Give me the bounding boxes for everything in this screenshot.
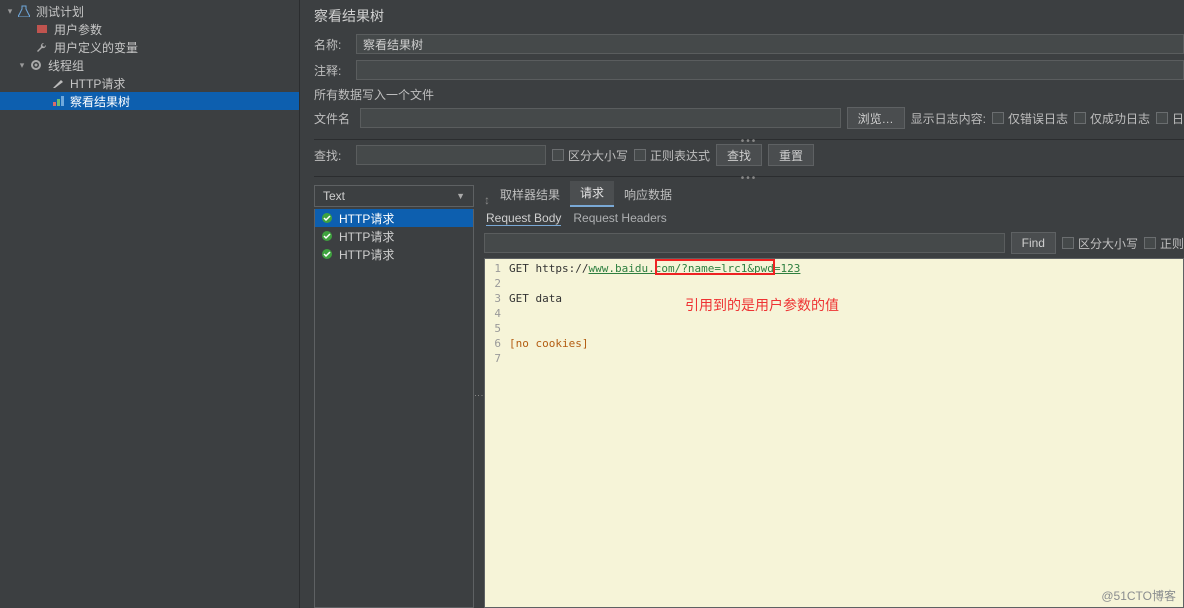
write-all-label: 所有数据写入一个文件	[314, 86, 1184, 103]
renderer-combo[interactable]: Text ▼	[314, 185, 474, 207]
find-case-checkbox[interactable]: 区分大小写	[1062, 235, 1138, 252]
success-icon	[321, 230, 333, 242]
project-tree: ▾ 测试计划 用户参数 用户定义的变量 ▾ 线程组	[0, 0, 300, 608]
find-regex-checkbox[interactable]: 正则	[1144, 235, 1184, 252]
case-checkbox[interactable]: 区分大小写	[552, 147, 628, 164]
user-params-icon	[34, 22, 50, 36]
search-input[interactable]	[356, 145, 546, 165]
request-subtabs: Request Body Request Headers	[484, 207, 1184, 228]
panel-title: 察看结果树	[314, 6, 1184, 26]
grip-dots-icon: •••	[741, 136, 758, 147]
reset-button[interactable]: 重置	[768, 144, 814, 166]
tree-node-view-results-tree[interactable]: 察看结果树	[0, 92, 299, 110]
tree-label: 用户定义的变量	[54, 39, 138, 56]
line-gutter: 1234567	[485, 259, 505, 607]
name-input[interactable]	[356, 34, 1184, 54]
name-label: 名称:	[314, 36, 350, 53]
chevron-down-icon: ▾	[4, 6, 16, 17]
tab-sampler-result[interactable]: 取样器结果	[490, 183, 570, 207]
result-item[interactable]: HTTP请求	[315, 245, 473, 263]
watermark: @51CTO博客	[1101, 587, 1176, 604]
detail-pane: ↕ 取样器结果 请求 响应数据 Request Body Request Hea…	[484, 185, 1184, 608]
results-tree-icon	[50, 94, 66, 108]
find-button[interactable]: Find	[1011, 232, 1056, 254]
grip-dots-icon: •••	[741, 173, 758, 184]
comment-label: 注释:	[314, 62, 350, 79]
tree-node-user-vars[interactable]: 用户定义的变量	[0, 38, 299, 56]
request-body-editor[interactable]: 1234567 GET https://www.baidu.com/?name=…	[484, 258, 1184, 608]
tree-node-test-plan[interactable]: ▾ 测试计划	[0, 2, 299, 20]
tree-label: 察看结果树	[70, 93, 130, 110]
tree-node-user-params[interactable]: 用户参数	[0, 20, 299, 38]
result-item[interactable]: HTTP请求	[315, 209, 473, 227]
only-success-checkbox[interactable]: 仅成功日志	[1074, 110, 1150, 127]
tree-label: 用户参数	[54, 21, 102, 38]
tree-label: 线程组	[48, 57, 84, 74]
sampler-icon	[50, 76, 66, 90]
tree-node-http-request[interactable]: HTTP请求	[0, 74, 299, 92]
filename-label: 文件名	[314, 110, 354, 127]
url-query: ?name=lrc1&pwd=123	[681, 262, 800, 275]
search-label: 查找:	[314, 147, 350, 164]
regex-checkbox[interactable]: 正则表达式	[634, 147, 710, 164]
subtab-request-body[interactable]: Request Body	[486, 211, 561, 226]
flask-icon	[16, 4, 32, 18]
search-button[interactable]: 查找	[716, 144, 762, 166]
success-icon	[321, 248, 333, 260]
tree-label: HTTP请求	[70, 75, 125, 92]
tab-response[interactable]: 响应数据	[614, 183, 682, 207]
show-log-label: 显示日志内容:	[911, 110, 986, 127]
find-in-body-input[interactable]	[484, 233, 1005, 253]
wrench-icon	[34, 40, 50, 54]
success-icon	[321, 212, 333, 224]
combo-value: Text	[323, 189, 345, 203]
only-error-checkbox[interactable]: 仅错误日志	[992, 110, 1068, 127]
chevron-down-icon: ▾	[16, 60, 28, 71]
tree-node-thread-group[interactable]: ▾ 线程组	[0, 56, 299, 74]
annotation-text: 引用到的是用户参数的值	[685, 299, 839, 314]
code-area: GET https://www.baidu.com/?name=lrc1&pwd…	[505, 259, 1183, 607]
log-config-checkbox[interactable]: 日	[1156, 110, 1184, 127]
subtab-request-headers[interactable]: Request Headers	[573, 211, 666, 226]
main-panel: 察看结果树 名称: 注释: 所有数据写入一个文件 文件名 浏览… 显示日志内容:…	[300, 0, 1184, 608]
detail-tabs: ↕ 取样器结果 请求 响应数据	[484, 185, 1184, 207]
splitter-handle[interactable]: ⋮	[474, 185, 484, 608]
url-host: www.baidu.com/	[588, 262, 681, 275]
tree-label: 测试计划	[36, 3, 84, 20]
comment-input[interactable]	[356, 60, 1184, 80]
gear-icon	[28, 58, 44, 72]
result-list-pane: Text ▼ HTTP请求 HTTP请求	[314, 185, 474, 608]
tab-request[interactable]: 请求	[570, 181, 614, 207]
filename-input[interactable]	[360, 108, 841, 128]
browse-button[interactable]: 浏览…	[847, 107, 905, 129]
chevron-down-icon: ▼	[456, 191, 465, 201]
result-item[interactable]: HTTP请求	[315, 227, 473, 245]
